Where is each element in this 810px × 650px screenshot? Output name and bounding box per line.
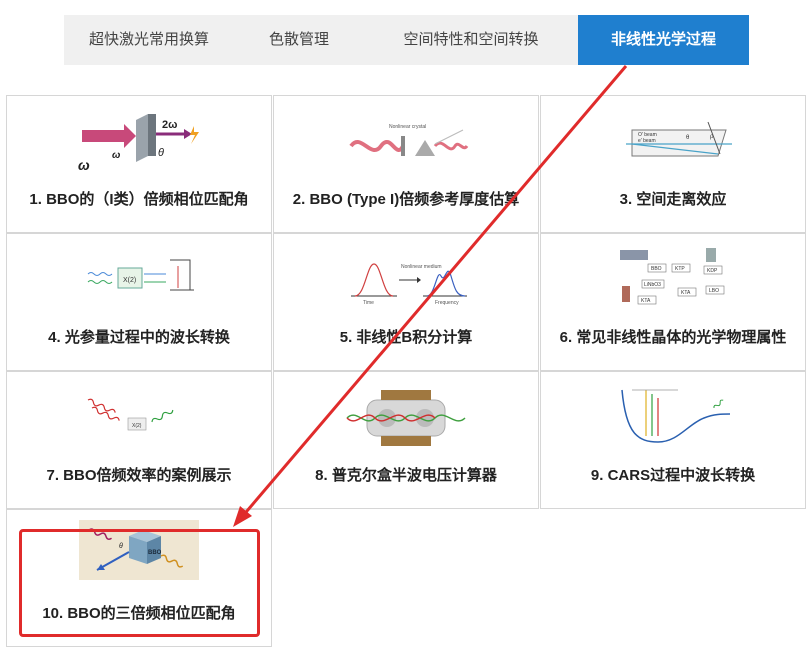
tab-dispersion-management[interactable]: 色散管理 xyxy=(234,15,364,65)
svg-text:X(2): X(2) xyxy=(132,423,142,429)
crystals-thumbnail: BBO KTP KDP LiNbO3 KTA LBO KTA xyxy=(620,248,725,305)
svg-text:Frequency: Frequency xyxy=(435,300,459,306)
cars-potential-thumbnail xyxy=(621,389,731,443)
shg-crystal-thumbnail: ω ω 2ω θ xyxy=(78,114,199,173)
card-bbo-thickness-estimate[interactable]: Nonlinear crystal 2. BBO (Type I)倍频参考厚度估… xyxy=(273,95,539,233)
svg-text:θ: θ xyxy=(119,543,123,550)
svg-text:LBO: LBO xyxy=(709,288,719,294)
svg-text:KTA: KTA xyxy=(681,290,691,296)
card-b-integral-calculation[interactable]: Time Nonlinear medium Frequency 5. 非线性B积… xyxy=(273,233,539,371)
b-integral-thumbnail: Time Nonlinear medium Frequency xyxy=(351,263,467,306)
svg-text:KTA: KTA xyxy=(641,298,651,304)
card-title: 10. BBO的三倍频相位匹配角 xyxy=(42,605,236,622)
tab-bar: 超快激光常用换算 色散管理 空间特性和空间转换 非线性光学过程 xyxy=(64,15,749,65)
card-title: 7. BBO倍频效率的案例展示 xyxy=(46,467,232,484)
svg-text:KTP: KTP xyxy=(675,266,685,272)
card-title: 5. 非线性B积分计算 xyxy=(339,329,473,346)
walkoff-thumbnail: O' beam e' beam θ ρ xyxy=(626,121,732,157)
svg-text:Time: Time xyxy=(363,300,374,306)
card-cars-wavelength-conversion[interactable]: 9. CARS过程中波长转换 xyxy=(540,371,806,509)
card-title: 9. CARS过程中波长转换 xyxy=(590,467,756,484)
card-bbo-thg-phase-matching[interactable]: BBO θ 10. BBO的三倍频相位匹配角 xyxy=(6,509,272,647)
crystal-thickness-thumbnail: Nonlinear crystal xyxy=(349,124,469,156)
svg-text:Nonlinear crystal: Nonlinear crystal xyxy=(389,124,426,130)
svg-text:X(2): X(2) xyxy=(123,277,136,284)
svg-text:BBO: BBO xyxy=(651,266,662,272)
tab-spatial-properties[interactable]: 空间特性和空间转换 xyxy=(364,15,578,65)
card-pockels-cell-calculator[interactable]: 8. 普克尔盒半波电压计算器 xyxy=(273,371,539,509)
thg-crystal-thumbnail: BBO θ xyxy=(79,520,199,580)
opa-thumbnail: X(2) xyxy=(87,259,194,291)
svg-text:LiNbO3: LiNbO3 xyxy=(644,282,661,288)
svg-text:BBO: BBO xyxy=(148,550,162,556)
card-title: 1. BBO的（I类）倍频相位匹配角 xyxy=(29,191,249,208)
svg-text:e' beam: e' beam xyxy=(638,138,656,144)
card-title: 8. 普克尔盒半波电压计算器 xyxy=(315,467,497,484)
svg-text:ρ: ρ xyxy=(710,134,714,140)
card-nonlinear-crystal-properties[interactable]: BBO KTP KDP LiNbO3 KTA LBO KTA 6. 常见非线性晶… xyxy=(540,233,806,371)
card-title: 2. BBO (Type I)倍频参考厚度估算 xyxy=(292,191,520,208)
tab-ultrafast-conversion[interactable]: 超快激光常用换算 xyxy=(64,15,234,65)
card-title: 4. 光参量过程中的波长转换 xyxy=(48,329,230,346)
tab-nonlinear-optics[interactable]: 非线性光学过程 xyxy=(578,15,749,65)
card-bbo-shg-efficiency-demo[interactable]: X(2) 7. BBO倍频效率的案例展示 xyxy=(6,371,272,509)
card-spatial-walkoff[interactable]: O' beam e' beam θ ρ 3. 空间走离效应 xyxy=(540,95,806,233)
shg-efficiency-thumbnail: X(2) xyxy=(87,398,174,431)
card-title: 6. 常见非线性晶体的光学物理属性 xyxy=(559,329,787,346)
svg-text:ω: ω xyxy=(112,150,121,161)
svg-text:KDP: KDP xyxy=(707,268,718,274)
svg-text:Nonlinear medium: Nonlinear medium xyxy=(401,264,442,270)
pockels-cell-thumbnail xyxy=(346,390,466,446)
card-title: 3. 空间走离效应 xyxy=(619,191,727,208)
svg-text:θ: θ xyxy=(158,147,164,159)
card-bbo-shg-phase-matching[interactable]: ω ω 2ω θ 1. BBO的（I类）倍频相位匹配角 xyxy=(6,95,272,233)
svg-text:2ω: 2ω xyxy=(162,119,177,131)
svg-text:ω: ω xyxy=(78,157,90,173)
card-opa-wavelength-conversion[interactable]: X(2) 4. 光参量过程中的波长转换 xyxy=(6,233,272,371)
